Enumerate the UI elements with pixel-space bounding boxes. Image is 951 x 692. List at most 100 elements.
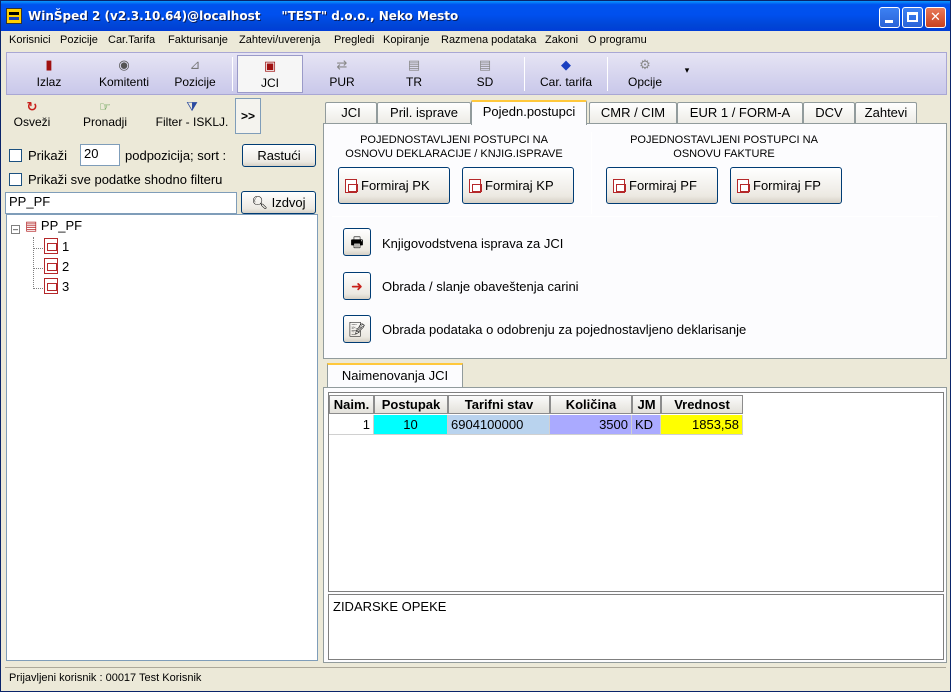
tree-root-node[interactable]: ▤ PP_PF — [25, 218, 82, 234]
menu-razmena-podataka[interactable]: Razmena podataka — [441, 34, 536, 46]
declaration-title-line-1: POJEDNOSTAVLJENI POSTUPCI NA — [360, 134, 548, 146]
column-header-jm[interactable]: JM — [632, 395, 661, 414]
tab-dcv[interactable]: DCV — [803, 102, 855, 124]
menu-zakoni[interactable]: Zakoni — [545, 34, 578, 46]
tree-item[interactable]: 2 — [44, 258, 69, 274]
pur-label: PUR — [329, 75, 355, 89]
formiraj-fp-button[interactable]: Formiraj FP — [730, 167, 842, 204]
pronadji-button[interactable]: ☞ Pronadji — [75, 99, 135, 129]
close-button[interactable]: ✕ — [925, 7, 946, 28]
menu-pregledi[interactable]: Pregledi — [334, 34, 374, 46]
pur-icon: ⇄ — [336, 57, 348, 72]
menu-korisnici[interactable]: Korisnici — [9, 34, 51, 46]
folder-stack-icon: ▤ — [25, 218, 38, 233]
filter-all-checkbox[interactable] — [9, 173, 22, 186]
find-icon: ☞ — [99, 99, 111, 114]
menu-zahtevi-uverenja[interactable]: Zahtevi/uverenja — [239, 34, 320, 46]
menu-kopiranje[interactable]: Kopiranje — [383, 34, 429, 46]
naimenovanja-panel: Naim. Postupak Tarifni stav Količina JM … — [323, 387, 947, 663]
menu-fakturisanje[interactable]: Fakturisanje — [168, 34, 228, 46]
column-header-vrednost[interactable]: Vrednost — [661, 395, 743, 414]
cell-naim[interactable]: 1 — [329, 415, 374, 435]
toolbar-overflow-chevron-icon[interactable]: ▾ — [681, 65, 693, 103]
column-header-naim[interactable]: Naim. — [329, 395, 374, 414]
cell-tarifni-stav[interactable]: 6904100000 — [448, 415, 550, 435]
komitenti-label: Komitenti — [98, 75, 150, 89]
sort-order-button[interactable]: Rastući — [242, 144, 316, 167]
tab-pril-isprave[interactable]: Pril. isprave — [377, 102, 471, 124]
minimize-button[interactable] — [879, 7, 900, 28]
tree-item[interactable]: 3 — [44, 278, 69, 294]
close-icon: ✕ — [930, 9, 941, 24]
tree-item[interactable]: 1 — [44, 238, 69, 254]
odobrenje-deklarisanje-label: Obrada podataka o odobrenju za pojednost… — [382, 322, 747, 337]
maximize-icon — [907, 12, 918, 22]
invoice-section-title: POJEDNOSTAVLJENI POSTUPCI NA OSNOVU FAKT… — [604, 133, 844, 161]
cell-jm[interactable]: KD — [632, 415, 661, 435]
komitenti-button[interactable]: ◉ Komitenti — [89, 55, 159, 93]
formiraj-kp-button[interactable]: Formiraj KP — [462, 167, 574, 204]
pojedn-postupci-panel: POJEDNOSTAVLJENI POSTUPCI NA OSNOVU DEKL… — [323, 123, 947, 359]
jci-document-icon — [44, 238, 58, 254]
tab-eur1-form-a[interactable]: EUR 1 / FORM-A — [677, 102, 803, 124]
jci-document-icon: ▣ — [263, 58, 277, 73]
tab-zahtevi[interactable]: Zahtevi — [855, 102, 917, 124]
knjigovodstvena-isprava-button[interactable]: 🖶︎ — [343, 228, 371, 256]
title-bar[interactable]: WinŠped 2 (v2.3.10.64)@localhost "TEST" … — [1, 1, 950, 31]
pozicije-label: Pozicije — [174, 75, 216, 89]
cell-postupak[interactable]: 10 — [374, 415, 448, 435]
item-description-memo[interactable]: ZIDARSKE OPEKE — [328, 594, 944, 660]
sd-button[interactable]: ▤ SD — [455, 55, 515, 93]
items-grid[interactable]: Naim. Postupak Tarifni stav Količina JM … — [328, 392, 944, 592]
tab-jci[interactable]: JCI — [325, 102, 377, 124]
search-input[interactable]: PP_PF — [5, 192, 237, 214]
opcije-button[interactable]: ⚙ Opcije — [615, 55, 675, 93]
car-tarifa-button[interactable]: ◆ Car. tarifa — [530, 55, 602, 93]
tab-cmr-cim[interactable]: CMR / CIM — [589, 102, 677, 124]
izlaz-button[interactable]: ▮ Izlaz — [21, 55, 77, 93]
menu-o-programu[interactable]: O programu — [588, 34, 647, 46]
formiraj-pf-button[interactable]: Formiraj PF — [606, 167, 718, 204]
cell-kolicina[interactable]: 3500 — [550, 415, 632, 435]
tab-pojedn-postupci[interactable]: Pojedn.postupci — [471, 100, 587, 125]
pur-button[interactable]: ⇄ PUR — [312, 55, 372, 93]
toolbar-separator — [232, 57, 233, 91]
tree-connector — [34, 248, 43, 249]
maximize-button[interactable] — [902, 7, 923, 28]
obavestenje-carini-label: Obrada / slanje obaveštenja carini — [382, 279, 579, 294]
obavestenje-carini-button[interactable]: ➜ — [343, 272, 371, 300]
column-header-kolicina[interactable]: Količina — [550, 395, 632, 414]
podpozicija-count-input[interactable]: 20 — [80, 144, 120, 166]
tree-connector — [34, 268, 43, 269]
tariff-book-icon: ◆ — [561, 57, 571, 72]
cell-vrednost[interactable]: 1853,58 — [661, 415, 743, 435]
filter-button[interactable]: ⧩ Filter - ISKLJ. — [149, 99, 235, 129]
positions-icon: ⊿ — [189, 57, 201, 72]
refresh-icon: ↻ — [26, 99, 38, 114]
izlaz-label: Izlaz — [36, 75, 62, 89]
tr-document-icon: ▤ — [407, 57, 421, 72]
toolbar-separator — [607, 57, 608, 91]
column-header-postupak[interactable]: Postupak — [374, 395, 448, 414]
pozicije-button[interactable]: ⊿ Pozicije — [165, 55, 225, 93]
tab-naimenovanja-jci[interactable]: Naimenovanja JCI — [327, 363, 463, 388]
more-button[interactable]: >> — [235, 98, 261, 134]
filter-label: Filter - ISKLJ. — [155, 115, 229, 129]
position-tree[interactable]: – ▤ PP_PF 1 2 3 — [6, 214, 318, 661]
column-header-tarifni-stav[interactable]: Tarifni stav — [448, 395, 550, 414]
izdvoj-button[interactable]: 🔍︎ Izdvoj — [241, 191, 316, 214]
formiraj-pk-button[interactable]: Formiraj PK — [338, 167, 450, 204]
menu-pozicije[interactable]: Pozicije — [60, 34, 98, 46]
menu-car-tarifa[interactable]: Car.Tarifa — [108, 34, 155, 46]
osvezi-button[interactable]: ↻ Osveži — [7, 99, 57, 129]
jci-document-icon — [469, 179, 482, 193]
jci-button[interactable]: ▣ JCI — [237, 55, 303, 93]
search-icon: 🔍︎ — [251, 195, 268, 210]
prikazi-checkbox[interactable] — [9, 149, 22, 162]
menu-bar: Korisnici Pozicije Car.Tarifa Fakturisan… — [1, 31, 950, 50]
jci-label: JCI — [261, 76, 279, 90]
tree-collapse-icon[interactable]: – — [11, 225, 20, 234]
app-icon — [6, 8, 22, 24]
odobrenje-deklarisanje-button[interactable]: 📝︎ — [343, 315, 371, 343]
tr-button[interactable]: ▤ TR — [384, 55, 444, 93]
